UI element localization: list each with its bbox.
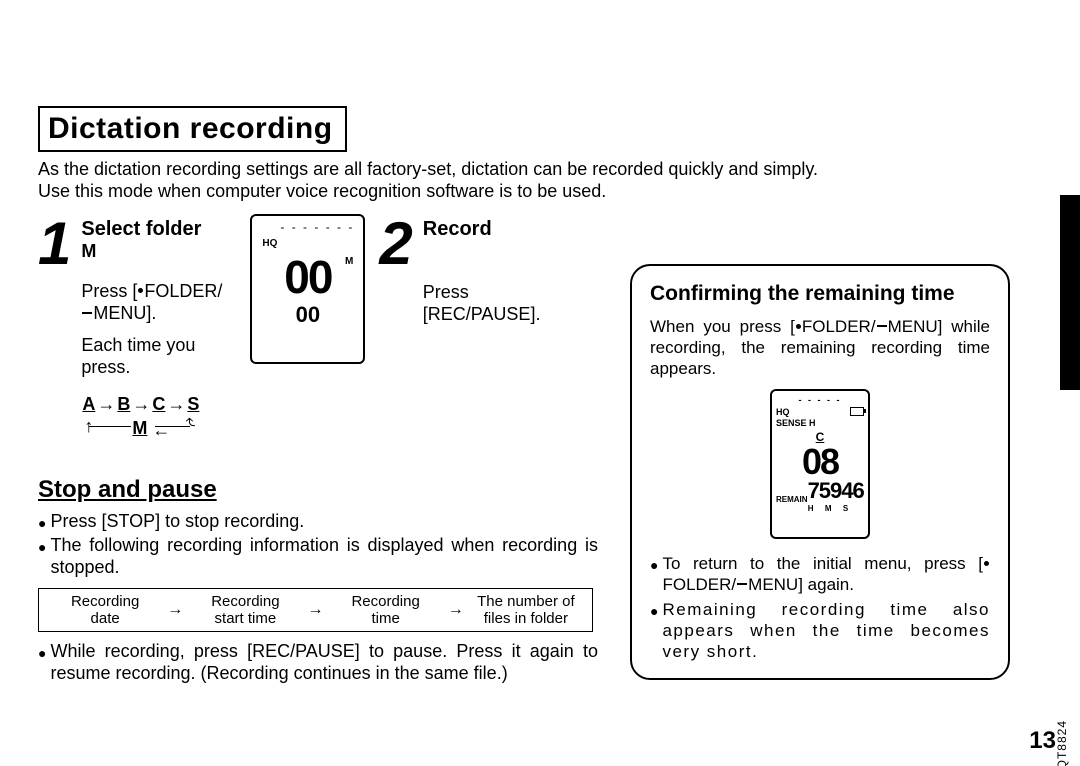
step2-body: Press [REC/PAUSE]. xyxy=(423,281,568,325)
info-cell-4: The number offiles in folder xyxy=(470,593,582,627)
step1-title: Select folder xyxy=(81,218,236,241)
stop-bullet-2: The following recording information is d… xyxy=(50,534,598,578)
step1-number: 1 xyxy=(38,214,71,274)
page-number: 13 xyxy=(1029,727,1056,755)
dash-icon xyxy=(737,583,747,585)
lcd2-sense-label: SENSE H xyxy=(776,418,864,428)
dot-icon xyxy=(796,324,801,329)
step2-title: Record xyxy=(423,218,573,241)
lcd2-dashes: - - - - - xyxy=(776,395,864,405)
recording-info-sequence: Recordingdate → Recordingstart time → Re… xyxy=(38,588,593,632)
step1-body3: Each time you press. xyxy=(81,334,226,378)
arrow-icon: → xyxy=(302,601,330,619)
lcd1-m-label: M xyxy=(345,256,353,267)
step2-column: Record Press [REC/PAUSE]. xyxy=(423,214,573,325)
dot-icon xyxy=(984,561,989,566)
bullet-icon: ● xyxy=(38,512,46,534)
lcd1-small-digits: 00 xyxy=(252,302,363,328)
lcd2-file-number: 08 xyxy=(776,444,864,480)
lcd-display-1: - - - - - - - HQ M 00 00 xyxy=(250,214,365,364)
info-cell-2: Recordingstart time xyxy=(189,593,301,627)
folder-cycle-diagram: A→B→C→S ↑ M ← ⤶ xyxy=(81,392,236,440)
bullet-icon: ● xyxy=(650,555,658,595)
step1-m: M xyxy=(81,241,236,262)
intro-text: As the dictation recording settings are … xyxy=(38,158,948,202)
bullet-icon: ● xyxy=(650,601,658,662)
arrow-icon: → xyxy=(161,601,189,619)
step1-body: Press [FOLDER/ MENU]. Each time you pres… xyxy=(81,280,226,378)
info-cell-1: Recordingdate xyxy=(49,593,161,627)
arrow-icon: → xyxy=(442,601,470,619)
stop-bullet-1: Press [STOP] to stop recording. xyxy=(50,510,598,534)
page-title: Dictation recording xyxy=(38,106,347,152)
panel-paragraph: When you press [FOLDER/MENU] while recor… xyxy=(650,316,990,379)
step1-column: Select folder M Press [FOLDER/ MENU]. Ea… xyxy=(81,214,236,440)
panel-bullet-1: ● To return to the initial menu, press [… xyxy=(650,553,990,595)
step2-number: 2 xyxy=(379,214,412,274)
dash-icon xyxy=(877,325,887,327)
bullet-icon: ● xyxy=(38,536,46,578)
lcd-display-2: - - - - - HQ SENSE H C 08 REMAIN 75946 H… xyxy=(770,389,870,539)
lcd1-dashes: - - - - - - - xyxy=(280,220,354,234)
confirming-remaining-time-panel: Confirming the remaining time When you p… xyxy=(630,264,1010,680)
stop-bullets-2: ● While recording, press [REC/PAUSE] to … xyxy=(38,640,598,684)
lcd1-hq-label: HQ xyxy=(262,238,277,249)
battery-icon xyxy=(850,407,864,416)
intro-line-2: Use this mode when computer voice recogn… xyxy=(38,181,606,201)
lcd2-remain-label: REMAIN xyxy=(776,495,808,504)
lcd2-hms-labels: H M S xyxy=(776,504,864,513)
document-id: RQT8824 xyxy=(1055,720,1069,766)
dash-icon xyxy=(82,312,92,314)
section-label-basic-use: Basic use xyxy=(1056,200,1080,349)
lcd2-remain-time: 75946 xyxy=(808,478,866,504)
stop-bullets: ● Press [STOP] to stop recording. ● The … xyxy=(38,510,598,578)
lcd2-hq-label: HQ xyxy=(776,407,790,417)
panel-heading: Confirming the remaining time xyxy=(650,282,990,306)
manual-page: Basic use RQT8824 13 Dictation recording… xyxy=(0,0,1080,766)
info-cell-3: Recordingtime xyxy=(330,593,442,627)
stop-bullet-3: While recording, press [REC/PAUSE] to pa… xyxy=(50,640,598,684)
panel-bullet-2: ● Remaining recording time also appears … xyxy=(650,599,990,662)
intro-line-1: As the dictation recording settings are … xyxy=(38,159,818,179)
dot-icon xyxy=(138,288,143,293)
bullet-icon: ● xyxy=(38,642,46,684)
